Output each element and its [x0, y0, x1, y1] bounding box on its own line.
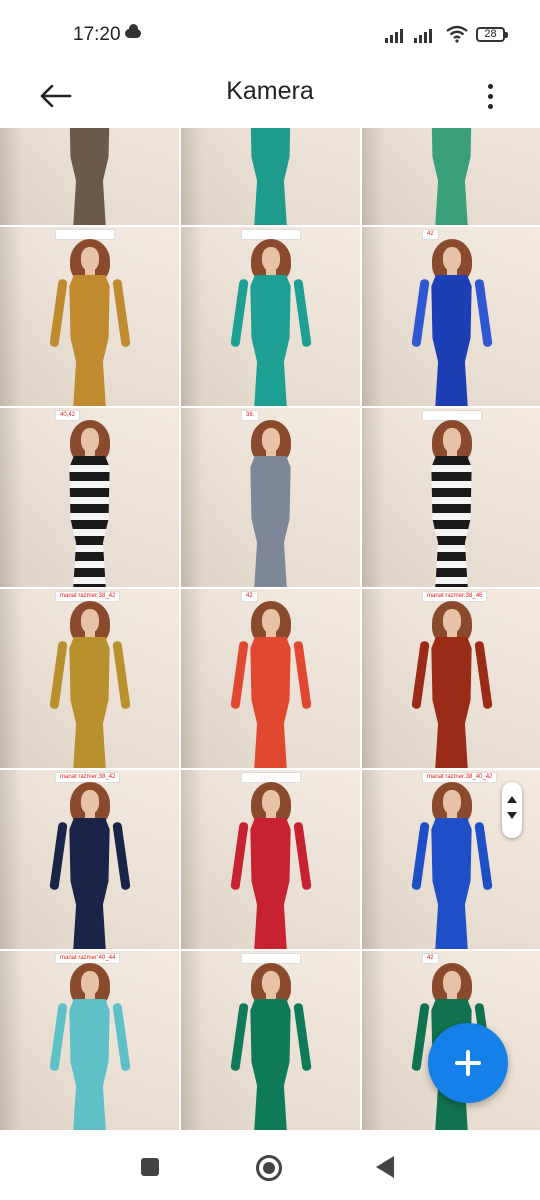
- mannequin-face: [80, 428, 99, 452]
- photo-thumbnail[interactable]: manat razmer:40_44: [0, 951, 179, 1130]
- mannequin-face: [80, 971, 99, 995]
- status-bar: 17:20 28: [0, 0, 540, 66]
- mannequin-face: [80, 609, 99, 633]
- mannequin-face: [80, 790, 99, 814]
- signal-icon: [414, 27, 438, 43]
- chevron-up-icon: [507, 796, 517, 803]
- signal-icon: [385, 27, 409, 43]
- mannequin-face: [80, 247, 99, 271]
- mannequin-face: [442, 971, 461, 995]
- photo-thumbnail[interactable]: 38,: [181, 408, 360, 587]
- photo-thumbnail[interactable]: [0, 128, 179, 225]
- mannequin-face: [261, 247, 280, 271]
- photo-thumbnail[interactable]: [362, 128, 540, 225]
- size-label: 42: [422, 229, 439, 240]
- more-options-button[interactable]: [475, 76, 505, 116]
- photo-thumbnail[interactable]: [0, 227, 179, 406]
- chevron-down-icon: [507, 812, 517, 819]
- mannequin-face: [442, 790, 461, 814]
- mannequin-face: [442, 428, 461, 452]
- size-label: 42: [241, 591, 258, 602]
- cloud-icon: [125, 24, 141, 38]
- photo-thumbnail[interactable]: [362, 408, 540, 587]
- size-label: 40,42: [55, 410, 81, 421]
- photo-thumbnail[interactable]: [181, 770, 360, 949]
- add-photo-button[interactable]: [428, 1023, 508, 1103]
- mannequin-face: [442, 609, 461, 633]
- photo-thumbnail[interactable]: 40,42: [0, 408, 179, 587]
- photo-thumbnail[interactable]: [181, 128, 360, 225]
- photo-grid[interactable]: 42 40,42 38, manat razmer:38_42 42 manat razm…: [0, 128, 540, 1134]
- photo-thumbnail[interactable]: 42: [181, 589, 360, 768]
- mannequin-face: [261, 971, 280, 995]
- photo-thumbnail[interactable]: [181, 951, 360, 1130]
- size-label: 42: [422, 953, 439, 964]
- home-button[interactable]: [256, 1155, 282, 1181]
- status-time: 17:20: [73, 24, 121, 45]
- mannequin-face: [261, 790, 280, 814]
- photo-thumbnail[interactable]: 42: [362, 227, 540, 406]
- mannequin-face: [261, 428, 280, 452]
- page-title: Kamera: [226, 77, 314, 105]
- photo-thumbnail[interactable]: manat razmer:38_46: [362, 589, 540, 768]
- photo-thumbnail[interactable]: [181, 227, 360, 406]
- more-dot: [487, 103, 493, 109]
- scroll-handle[interactable]: [502, 782, 522, 838]
- app-bar: Kamera: [0, 66, 540, 128]
- wifi-icon: [446, 25, 468, 43]
- mannequin-face: [261, 609, 280, 633]
- size-label: manat razmer:38_40_42: [422, 772, 498, 783]
- battery-icon: 28: [476, 27, 508, 42]
- size-label: 38,: [241, 410, 260, 421]
- photo-thumbnail[interactable]: manat razmer:38_42: [0, 770, 179, 949]
- system-back-button[interactable]: [376, 1156, 394, 1178]
- recent-apps-button[interactable]: [141, 1158, 159, 1176]
- photo-grid-inner: 42 40,42 38, manat razmer:38_42 42 manat razm…: [0, 128, 540, 1130]
- mannequin-face: [442, 247, 461, 271]
- more-dot: [487, 93, 493, 99]
- more-vertical-icon: [487, 83, 493, 89]
- system-nav-bar: [0, 1134, 540, 1200]
- photo-thumbnail[interactable]: manat razmer:38_42: [0, 589, 179, 768]
